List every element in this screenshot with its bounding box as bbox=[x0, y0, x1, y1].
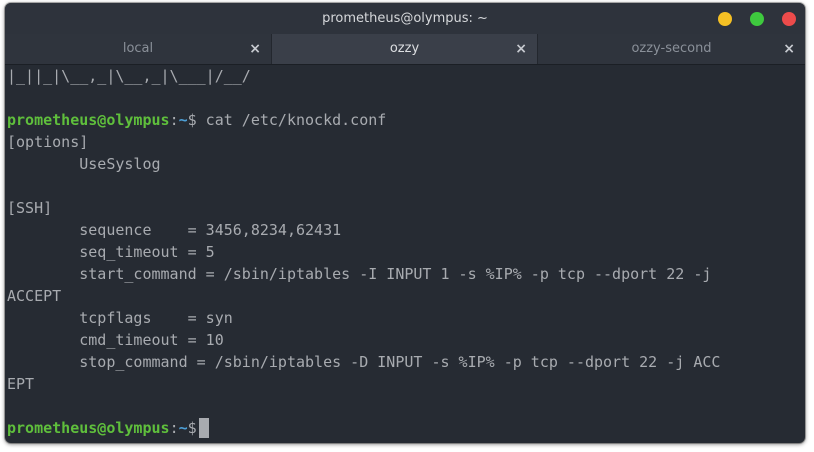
prompt-user-host: prometheus@olympus bbox=[7, 419, 170, 437]
output-line: [options] bbox=[7, 133, 89, 151]
prompt-line[interactable]: prometheus@olympus:~$ bbox=[7, 417, 803, 439]
output-line: tcpflags = syn bbox=[7, 309, 233, 327]
prompt-symbol: $ bbox=[187, 419, 197, 437]
tab-ozzy-second[interactable]: ozzy-second × bbox=[537, 34, 805, 64]
tab-label: ozzy-second bbox=[631, 41, 712, 56]
prompt-separator: : bbox=[169, 419, 179, 437]
prompt-user-host: prometheus@olympus bbox=[7, 111, 170, 129]
close-button[interactable] bbox=[782, 12, 796, 26]
tab-bar: local × ozzy × ozzy-second × bbox=[5, 34, 805, 65]
output-line: UseSyslog bbox=[7, 155, 161, 173]
terminal-output[interactable]: |_||_|\__,_|\__,_|\___|/__/ prometheus@o… bbox=[7, 65, 803, 441]
output-line: stop_command = /sbin/iptables -D INPUT -… bbox=[7, 353, 721, 371]
output-line: [SSH] bbox=[7, 199, 53, 217]
maximize-button[interactable] bbox=[750, 12, 764, 26]
title-bar[interactable]: prometheus@olympus: ~ bbox=[5, 3, 805, 34]
tab-label: local bbox=[122, 41, 154, 56]
minimize-button[interactable] bbox=[718, 12, 732, 26]
text-cursor bbox=[198, 418, 209, 438]
close-icon[interactable]: × bbox=[783, 34, 795, 64]
output-line: start_command = /sbin/iptables -I INPUT … bbox=[7, 265, 712, 283]
prompt-path: ~ bbox=[178, 419, 188, 437]
prompt-path: ~ bbox=[178, 111, 188, 129]
output-line: seq_timeout = 5 bbox=[7, 243, 215, 261]
output-line: ACCEPT bbox=[7, 287, 62, 305]
tab-ozzy[interactable]: ozzy × bbox=[271, 34, 537, 64]
tab-label: ozzy bbox=[389, 41, 420, 56]
command-text: cat /etc/knockd.conf bbox=[196, 111, 387, 129]
tab-local[interactable]: local × bbox=[5, 34, 271, 64]
close-icon[interactable]: × bbox=[515, 34, 527, 64]
command-line: prometheus@olympus:~$ cat /etc/knockd.co… bbox=[7, 109, 803, 131]
output-line: sequence = 3456,8234,62431 bbox=[7, 221, 342, 239]
output-line: EPT bbox=[7, 375, 35, 393]
prompt-symbol: $ bbox=[187, 111, 197, 129]
prompt-separator: : bbox=[169, 111, 179, 129]
window-title: prometheus@olympus: ~ bbox=[322, 11, 488, 26]
banner-line: |_||_|\__,_|\__,_|\___|/__/ bbox=[7, 67, 251, 85]
terminal-window: prometheus@olympus: ~ local × ozzy × ozz… bbox=[5, 3, 805, 443]
output-line: cmd_timeout = 10 bbox=[7, 331, 224, 349]
close-icon[interactable]: × bbox=[249, 34, 261, 64]
